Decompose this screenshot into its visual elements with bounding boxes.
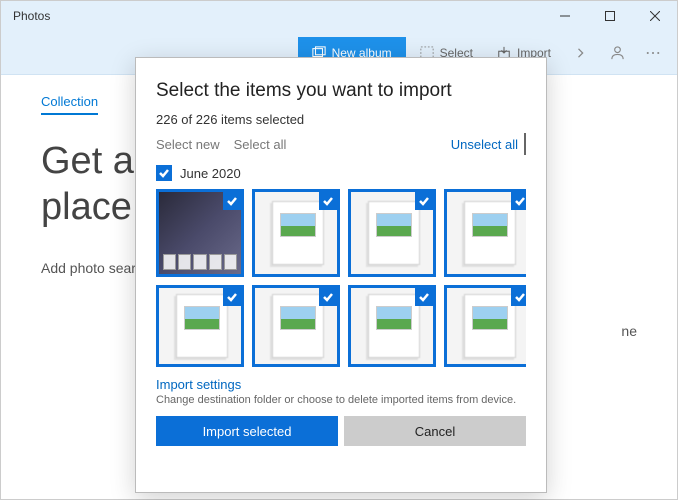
- import-dialog: Select the items you want to import 226 …: [135, 57, 547, 493]
- photo-filmstrip: [163, 254, 237, 270]
- thumbnail-grid: [156, 189, 526, 367]
- check-icon: [226, 195, 238, 207]
- group-label: June 2020: [180, 166, 241, 181]
- import-selected-button[interactable]: Import selected: [156, 416, 338, 446]
- hero-right-fragment: ne: [621, 323, 637, 339]
- thumbnail-item[interactable]: [252, 285, 340, 367]
- import-settings-block[interactable]: Import settings Change destination folde…: [156, 377, 526, 406]
- document-icon: [364, 292, 420, 360]
- chevron-right-icon: [576, 48, 586, 58]
- check-icon: [322, 195, 334, 207]
- thumbnail-checkmark[interactable]: [511, 288, 526, 306]
- document-icon: [172, 292, 228, 360]
- thumbnail-item[interactable]: [156, 285, 244, 367]
- thumbnail-checkmark[interactable]: [511, 192, 526, 210]
- close-icon: [650, 11, 660, 21]
- dialog-title: Select the items you want to import: [156, 80, 526, 102]
- group-checkbox[interactable]: [156, 165, 172, 181]
- photos-app-window: Photos New album Select Import: [0, 0, 678, 500]
- select-new-link[interactable]: Select new: [156, 137, 220, 152]
- document-icon: [460, 199, 516, 267]
- check-icon: [322, 291, 334, 303]
- check-icon: [226, 291, 238, 303]
- thumbnail-item[interactable]: [444, 285, 526, 367]
- thumbnail-checkmark[interactable]: [319, 192, 337, 210]
- minimize-button[interactable]: [542, 1, 587, 31]
- select-all-link[interactable]: Select all: [234, 137, 287, 152]
- overflow-next-button[interactable]: [565, 37, 597, 69]
- thumbnail-checkmark[interactable]: [223, 288, 241, 306]
- thumbnail-item[interactable]: [348, 189, 436, 277]
- window-controls: [542, 1, 677, 31]
- thumbnail-item[interactable]: [252, 189, 340, 277]
- unselect-all-link[interactable]: Unselect all: [451, 137, 518, 152]
- tab-collection[interactable]: Collection: [41, 94, 98, 115]
- thumbnail-checkmark[interactable]: [415, 192, 433, 210]
- check-icon: [158, 167, 170, 179]
- document-icon: [364, 199, 420, 267]
- thumbnail-checkmark[interactable]: [319, 288, 337, 306]
- document-icon: [460, 292, 516, 360]
- thumbnail-item[interactable]: [348, 285, 436, 367]
- person-icon: [610, 45, 625, 60]
- selection-filter-row: Select new Select all Unselect all: [156, 133, 526, 155]
- check-icon: [418, 195, 430, 207]
- document-icon: [268, 292, 324, 360]
- maximize-icon: [605, 11, 615, 21]
- thumbnail-checkmark[interactable]: [415, 288, 433, 306]
- account-button[interactable]: [601, 37, 633, 69]
- thumbnail-item[interactable]: [444, 189, 526, 277]
- maximize-button[interactable]: [587, 1, 632, 31]
- group-header[interactable]: June 2020: [156, 165, 526, 181]
- import-settings-desc: Change destination folder or choose to d…: [156, 394, 526, 406]
- thumbnail-checkmark[interactable]: [223, 192, 241, 210]
- cancel-button[interactable]: Cancel: [344, 416, 526, 446]
- import-settings-title: Import settings: [156, 377, 526, 392]
- titlebar: Photos: [1, 1, 677, 31]
- app-title: Photos: [1, 9, 50, 23]
- check-icon: [514, 195, 526, 207]
- selection-count: 226 of 226 items selected: [156, 112, 526, 127]
- close-button[interactable]: [632, 1, 677, 31]
- dialog-button-row: Import selected Cancel: [156, 416, 526, 446]
- thumbnail-item[interactable]: [156, 189, 244, 277]
- check-icon: [514, 291, 526, 303]
- document-icon: [268, 199, 324, 267]
- ellipsis-icon: [646, 51, 660, 55]
- check-icon: [418, 291, 430, 303]
- minimize-icon: [560, 11, 570, 21]
- more-button[interactable]: [637, 37, 669, 69]
